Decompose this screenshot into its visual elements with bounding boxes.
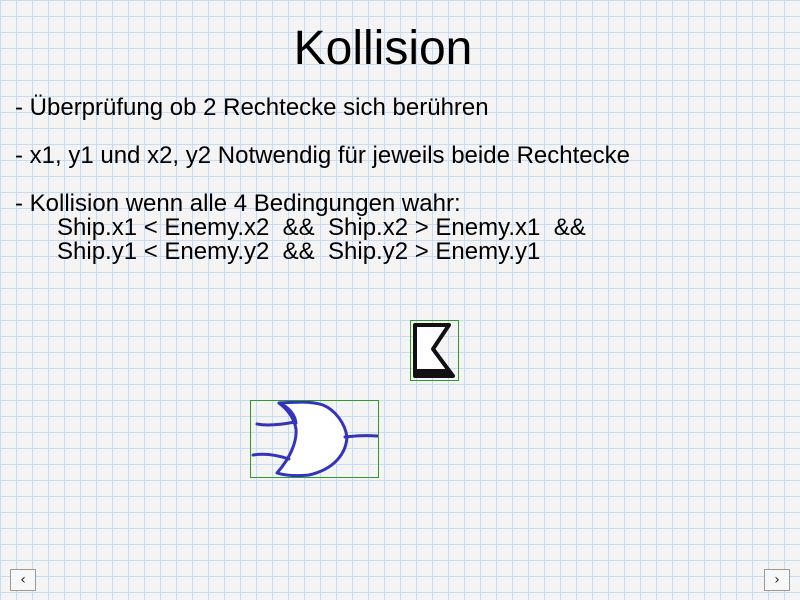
slide-title: Kollision	[293, 22, 473, 75]
ship-bounding-box	[250, 400, 379, 478]
enemy-sprite-icon	[413, 323, 455, 378]
previous-slide-button[interactable]: ‹	[10, 569, 36, 591]
condition-line-y: Ship.y1 < Enemy.y2 && Ship.y2 > Enemy.y1	[57, 238, 541, 265]
ship-sprite-icon	[251, 401, 378, 477]
bullet-check-rectangles: - Überprüfung ob 2 Rechtecke sich berühr…	[15, 94, 489, 121]
enemy-bounding-box	[410, 320, 459, 381]
bullet-coordinates-needed: - x1, y1 und x2, y2 Notwendig für jeweil…	[15, 142, 630, 169]
next-slide-button[interactable]: ›	[764, 569, 790, 591]
